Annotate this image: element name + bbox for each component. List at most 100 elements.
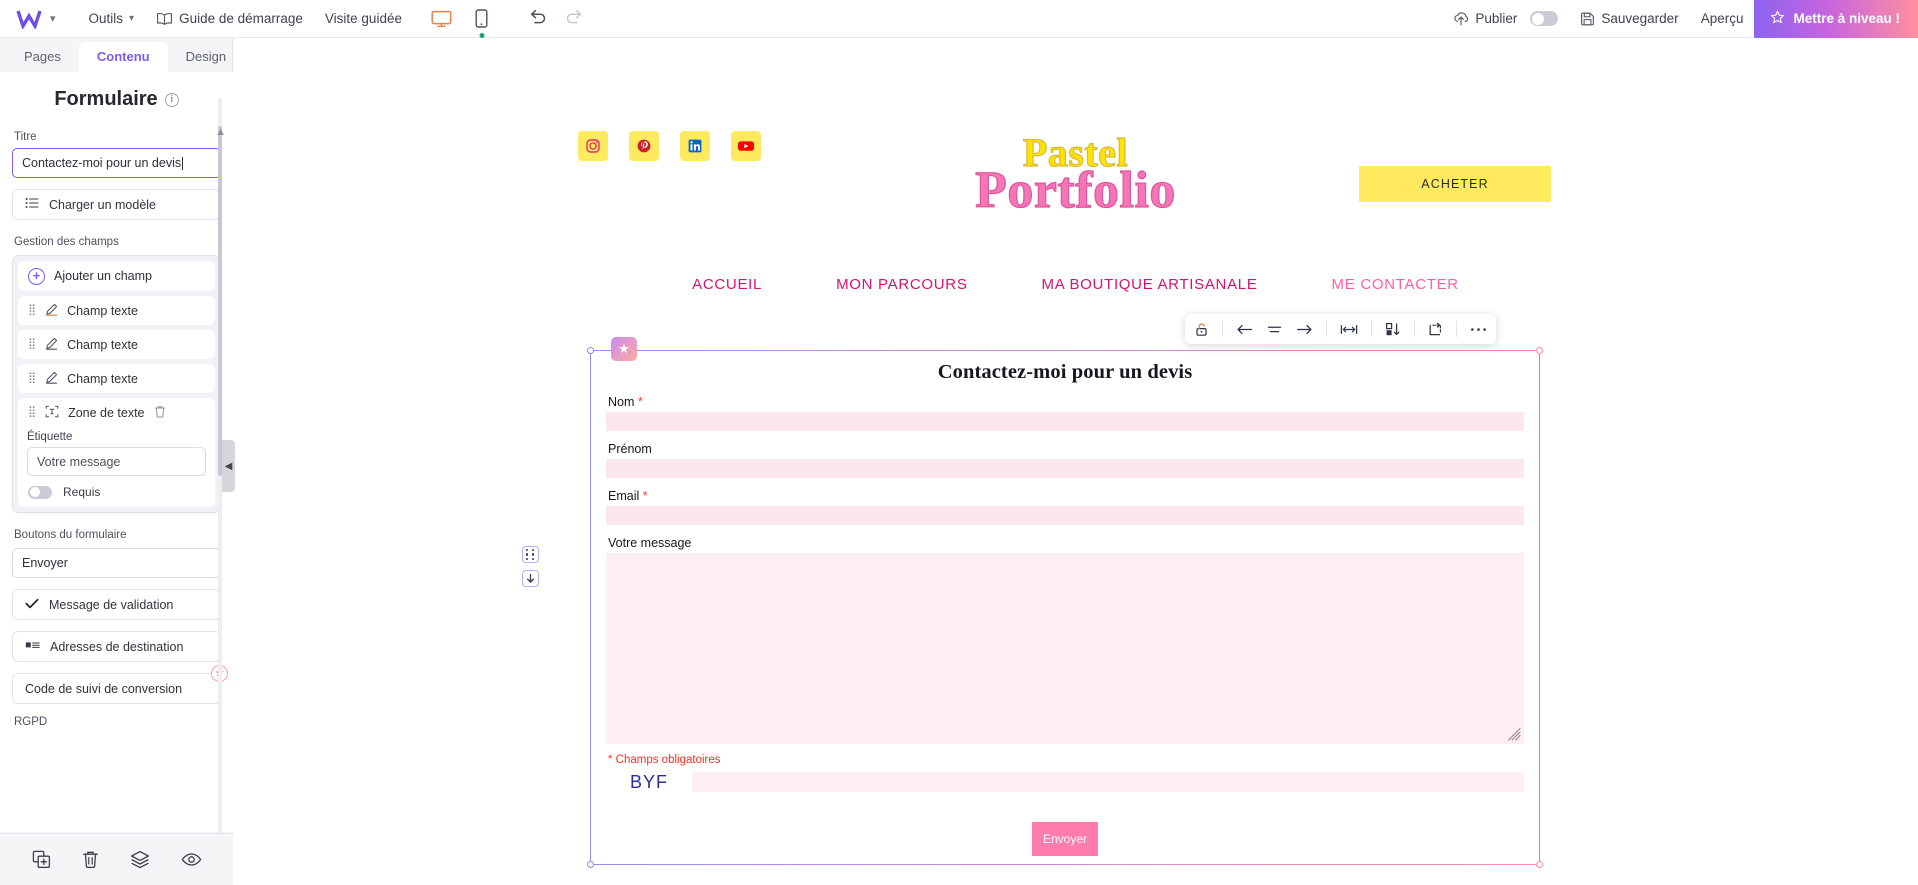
more-options-icon[interactable] — [1470, 327, 1487, 332]
plus-icon: + — [28, 267, 45, 285]
publish-control[interactable]: Publier — [1442, 0, 1569, 38]
chevron-down-icon: ▾ — [129, 13, 135, 24]
sidebar-tabs: Pages Contenu Design — [0, 38, 232, 72]
align-center-icon[interactable] — [1266, 323, 1283, 336]
move-handle[interactable] — [522, 546, 539, 563]
nav-item-mon-parcours[interactable]: MON PARCOURS — [836, 276, 967, 293]
conversion-label: Code de suivi de conversion — [25, 681, 183, 696]
save-button[interactable]: Sauvegarder — [1569, 0, 1689, 38]
destination-addresses-button[interactable]: Adresses de destination — [12, 631, 221, 662]
sidebar-collapse-button[interactable]: ◀ — [222, 440, 235, 492]
buy-button[interactable]: ACHETER — [1359, 166, 1551, 202]
preview-button[interactable]: Aperçu — [1690, 0, 1755, 38]
title-input[interactable]: Contactez-moi pour un devis — [12, 148, 221, 178]
address-card-icon — [25, 640, 40, 654]
panel-title: Formulaire i — [12, 72, 221, 125]
publish-toggle[interactable] — [1530, 11, 1559, 26]
trash-icon[interactable] — [82, 850, 99, 869]
drag-handle-icon[interactable]: ⣿ — [28, 373, 36, 384]
undo-icon[interactable] — [529, 8, 547, 29]
load-template-button[interactable]: Charger un modèle — [12, 189, 221, 220]
upgrade-button[interactable]: Mettre à niveau ! — [1754, 0, 1918, 38]
list-item[interactable]: ⣿ Champ texte — [18, 296, 215, 325]
align-left-icon[interactable] — [1236, 323, 1253, 336]
rotate-icon[interactable] — [1428, 322, 1443, 337]
menu-guide-demarrage[interactable]: Guide de démarrage — [145, 0, 314, 38]
resize-handle-top-left[interactable] — [587, 347, 594, 354]
form-element-selection[interactable]: ★ Contactez-moi pour un devis Nom * Prén… — [587, 337, 1543, 868]
mobile-status-dot — [479, 32, 485, 38]
captcha-input[interactable] — [692, 772, 1524, 792]
site-header: Pastel Portfolio ACHETER — [233, 38, 1918, 253]
required-asterisk: * — [639, 489, 648, 503]
nav-item-ma-boutique-artisanale[interactable]: MA BOUTIQUE ARTISANALE — [1042, 276, 1258, 293]
menu-outils[interactable]: Outils ▾ — [78, 0, 146, 38]
selected-field-card: ⣿ Zone de texte Étiquette Votre message … — [18, 398, 215, 507]
add-field-label: Ajouter un champ — [54, 269, 152, 283]
menu-visite-guidee[interactable]: Visite guidée — [314, 0, 413, 38]
fields-section-label: Gestion des champs — [14, 236, 119, 248]
field-label-email: Email * — [608, 489, 1531, 503]
info-icon[interactable]: i — [164, 92, 179, 107]
etiquette-input[interactable]: Votre message — [27, 447, 206, 476]
drag-handle-icon[interactable]: ⣿ — [28, 339, 36, 350]
add-field-button[interactable]: + Ajouter un champ — [18, 261, 215, 291]
validation-message-button[interactable]: Message de validation — [12, 589, 221, 620]
upgrade-label: Mettre à niveau ! — [1793, 11, 1900, 26]
layers-icon[interactable] — [130, 850, 150, 869]
resize-handle-bottom-left[interactable] — [587, 861, 594, 868]
input-prenom[interactable] — [606, 459, 1524, 478]
sidebar-scroll-thumb[interactable] — [218, 126, 222, 476]
scroll-up-icon[interactable]: ▲ — [215, 126, 226, 138]
drag-handle-icon[interactable]: ⣿ — [28, 407, 36, 418]
input-message-textarea[interactable] — [606, 553, 1524, 744]
menu-guide-label: Guide de démarrage — [179, 11, 303, 26]
resize-handle-top-right[interactable] — [1536, 347, 1543, 354]
list-item[interactable]: ⣿ Champ texte — [18, 330, 215, 359]
brand-chevron-down-icon[interactable]: ▾ — [50, 12, 56, 25]
panel-title-text: Formulaire — [54, 88, 158, 110]
premium-star-icon[interactable]: ★ — [611, 337, 637, 361]
submit-button-input[interactable]: Envoyer — [12, 548, 221, 578]
site-logo[interactable]: Pastel Portfolio — [233, 132, 1918, 217]
delete-field-icon[interactable] — [154, 405, 166, 421]
insert-below-handle[interactable] — [522, 570, 539, 587]
top-toolbar: ▾ Outils ▾ Guide de démarrage Visite gui… — [0, 0, 1918, 38]
rgpd-label: RGPD — [14, 716, 48, 728]
buttons-section-label: Boutons du formulaire — [14, 529, 127, 541]
stretch-width-icon[interactable] — [1340, 323, 1358, 336]
tab-contenu[interactable]: Contenu — [78, 42, 168, 72]
submit-button[interactable]: Envoyer — [1032, 822, 1098, 856]
drag-dots-icon — [526, 548, 535, 561]
field-label-email-text: Email — [608, 489, 640, 503]
mobile-icon[interactable] — [469, 6, 495, 38]
tab-pages[interactable]: Pages — [6, 42, 79, 72]
duplicate-icon[interactable] — [32, 850, 51, 869]
unlock-icon[interactable] — [1194, 322, 1209, 337]
input-nom[interactable] — [606, 412, 1524, 431]
selected-field-header[interactable]: ⣿ Zone de texte — [18, 398, 215, 427]
redo-icon[interactable] — [565, 8, 583, 29]
align-right-icon[interactable] — [1296, 323, 1313, 336]
list-item[interactable]: ⣿ Champ texte — [18, 364, 215, 393]
nav-item-accueil[interactable]: ACCUEIL — [692, 276, 762, 293]
eye-icon[interactable] — [181, 852, 202, 867]
required-toggle[interactable] — [28, 485, 52, 499]
resize-handle-bottom-right[interactable] — [1536, 861, 1543, 868]
title-field-label: Titre — [14, 131, 37, 143]
drag-handle-icon[interactable]: ⣿ — [28, 305, 36, 316]
textarea-resize-grip-icon[interactable] — [1508, 728, 1521, 741]
save-disk-icon — [1580, 11, 1595, 26]
pencil-icon — [45, 303, 58, 319]
publish-label: Publier — [1475, 11, 1518, 26]
arrow-down-icon — [526, 573, 535, 583]
arrange-order-icon[interactable] — [1385, 322, 1401, 337]
input-email[interactable] — [606, 506, 1524, 525]
textarea-icon — [45, 405, 59, 421]
nav-item-me-contacter[interactable]: ME CONTACTER — [1332, 276, 1459, 293]
etiquette-value: Votre message — [37, 454, 121, 469]
submit-button-value: Envoyer — [22, 556, 68, 570]
desktop-icon[interactable] — [429, 6, 455, 32]
conversion-tracking-button[interactable]: Code de suivi de conversion ★ — [12, 665, 228, 704]
w-logo-icon[interactable] — [14, 6, 44, 32]
